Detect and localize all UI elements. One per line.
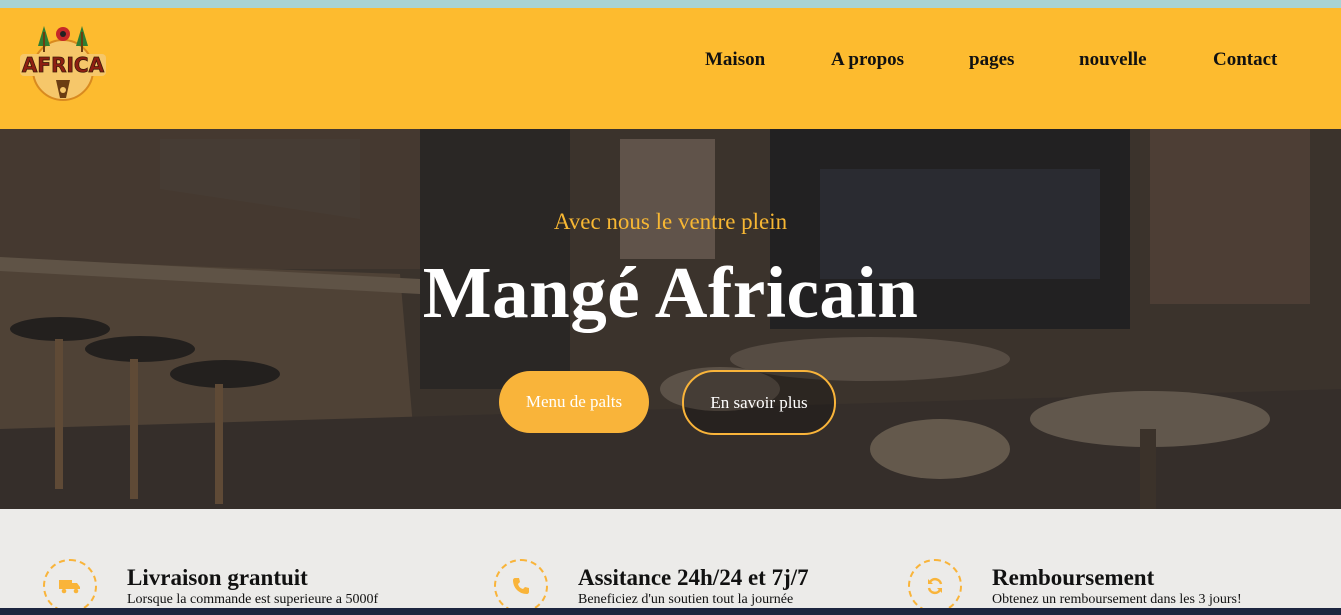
feature-desc-refund: Obtenez un remboursement dans les 3 jour… [992,592,1242,607]
learn-more-button[interactable]: En savoir plus [682,370,836,435]
top-accent-line [0,0,1341,8]
truck-icon [43,559,97,613]
hero-banner: Avec nous le ventre plein Mangé Africain… [0,129,1341,509]
bottom-dark-bar [0,608,1341,615]
hero-title: Mangé Africain [422,252,919,333]
feature-title-delivery: Livraison grantuit [127,565,308,590]
nav-item-a-propos[interactable]: A propos [831,49,904,71]
logo-text: AFRICA [22,53,105,77]
feature-desc-delivery: Lorsque la commande est superieure a 500… [127,592,379,607]
feature-title-refund: Remboursement [992,565,1155,590]
africa-logo[interactable]: AFRICA [16,18,110,104]
nav-item-contact[interactable]: Contact [1213,49,1277,71]
nav-item-maison[interactable]: Maison [705,49,765,71]
nav-item-nouvelle[interactable]: nouvelle [1079,49,1147,71]
features-section: Livraison grantuit Lorsque la commande e… [0,509,1341,615]
top-navbar: AFRICA Maison A propos pages nouvelle Co… [0,8,1341,129]
nav-item-pages[interactable]: pages [969,49,1014,71]
phone-icon [494,559,548,613]
refresh-icon [908,559,962,613]
menu-button[interactable]: Menu de palts [499,371,649,433]
hero-tagline: Avec nous le ventre plein [553,209,788,234]
feature-desc-support: Beneficiez d'un soutien tout la journée [578,592,794,607]
feature-title-support: Assitance 24h/24 et 7j/7 [578,565,809,590]
